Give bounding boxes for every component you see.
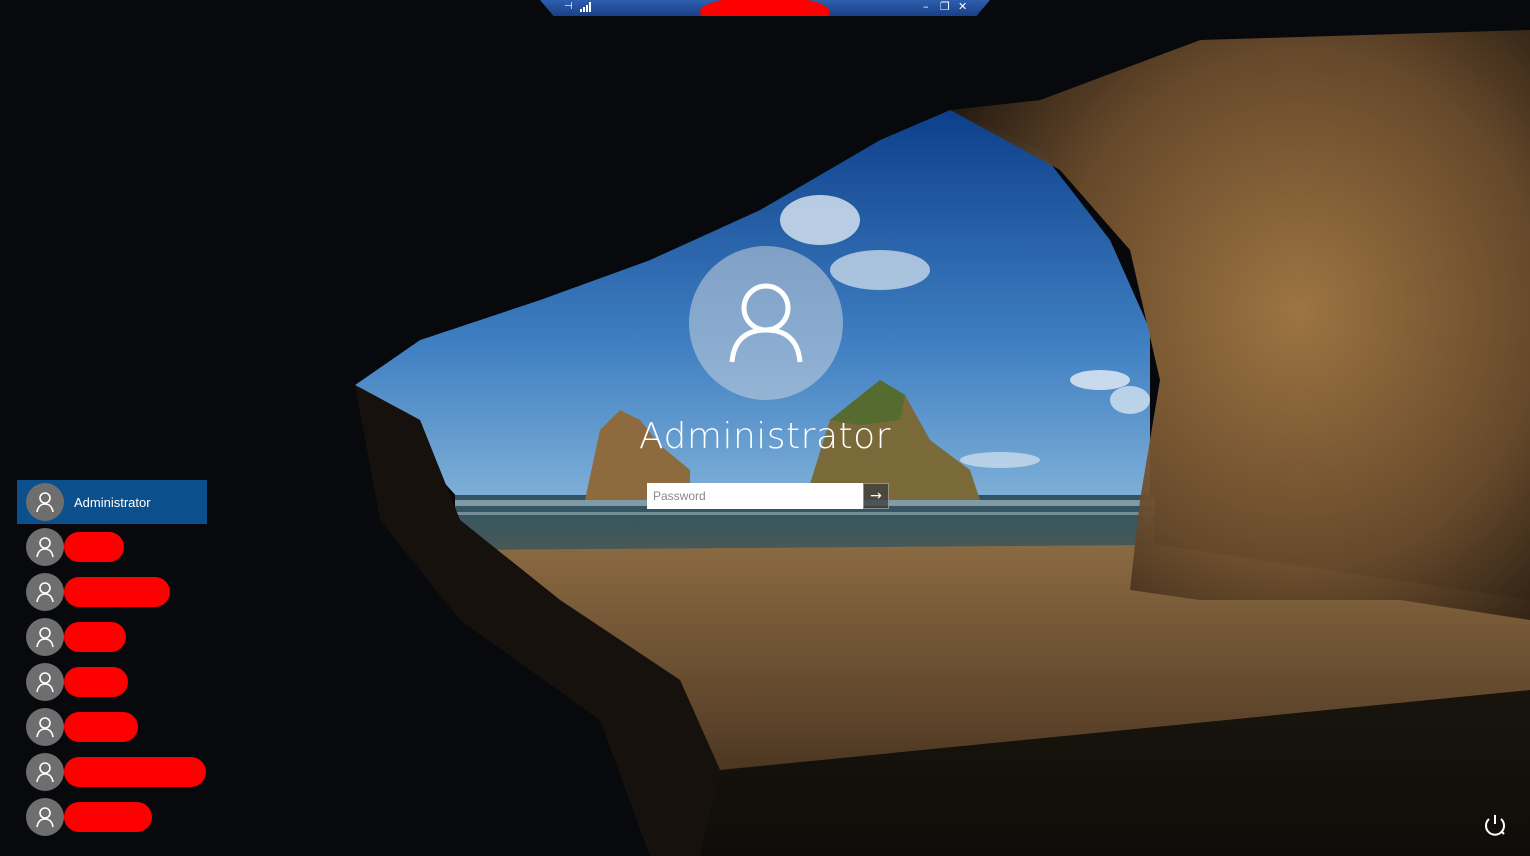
remote-desktop-connection-bar[interactable]: ⊣ – ❐ ✕ — [540, 0, 990, 16]
user-avatar — [26, 662, 64, 701]
user-icon — [36, 761, 54, 782]
user-list: Administrator — [17, 480, 207, 839]
power-icon — [1485, 815, 1505, 836]
user-icon — [36, 536, 54, 557]
user-item[interactable] — [17, 749, 207, 794]
user-icon — [36, 626, 54, 647]
signal-icon[interactable] — [580, 2, 592, 12]
user-name-redacted — [64, 532, 124, 562]
user-name-redacted — [64, 622, 126, 652]
minimize-button[interactable]: – — [923, 0, 929, 14]
user-name: Administrator — [74, 494, 151, 510]
user-icon — [36, 806, 54, 827]
user-icon — [36, 671, 54, 692]
user-item[interactable] — [17, 569, 207, 614]
user-icon — [36, 492, 54, 513]
user-name-redacted — [64, 802, 152, 832]
user-avatar — [26, 617, 64, 656]
arrow-right-icon: → — [870, 488, 882, 504]
user-item[interactable] — [17, 794, 207, 839]
user-avatar — [26, 527, 64, 566]
user-name-redacted — [64, 712, 138, 742]
close-button[interactable]: ✕ — [958, 0, 967, 14]
user-item[interactable] — [17, 524, 207, 569]
user-icon — [36, 716, 54, 737]
submit-button[interactable]: → — [863, 483, 889, 509]
user-avatar — [26, 572, 64, 611]
user-item[interactable] — [17, 704, 207, 749]
user-name-redacted — [64, 757, 206, 787]
user-item-administrator[interactable]: Administrator — [17, 480, 207, 524]
password-input[interactable] — [647, 483, 863, 509]
user-avatar — [26, 797, 64, 836]
restore-button[interactable]: ❐ — [940, 0, 950, 14]
selected-username: Administrator — [639, 416, 891, 457]
user-avatar — [26, 752, 64, 791]
user-avatar — [26, 707, 64, 746]
user-item[interactable] — [17, 659, 207, 704]
user-icon — [36, 581, 54, 602]
user-icon — [729, 283, 803, 363]
user-name-redacted — [64, 577, 170, 607]
power-button[interactable] — [1480, 810, 1510, 840]
pin-icon[interactable]: ⊣ — [564, 1, 573, 12]
user-avatar — [26, 483, 64, 521]
password-form: → — [647, 483, 889, 509]
user-avatar-large — [689, 246, 843, 400]
user-item[interactable] — [17, 614, 207, 659]
user-name-redacted — [64, 667, 128, 697]
